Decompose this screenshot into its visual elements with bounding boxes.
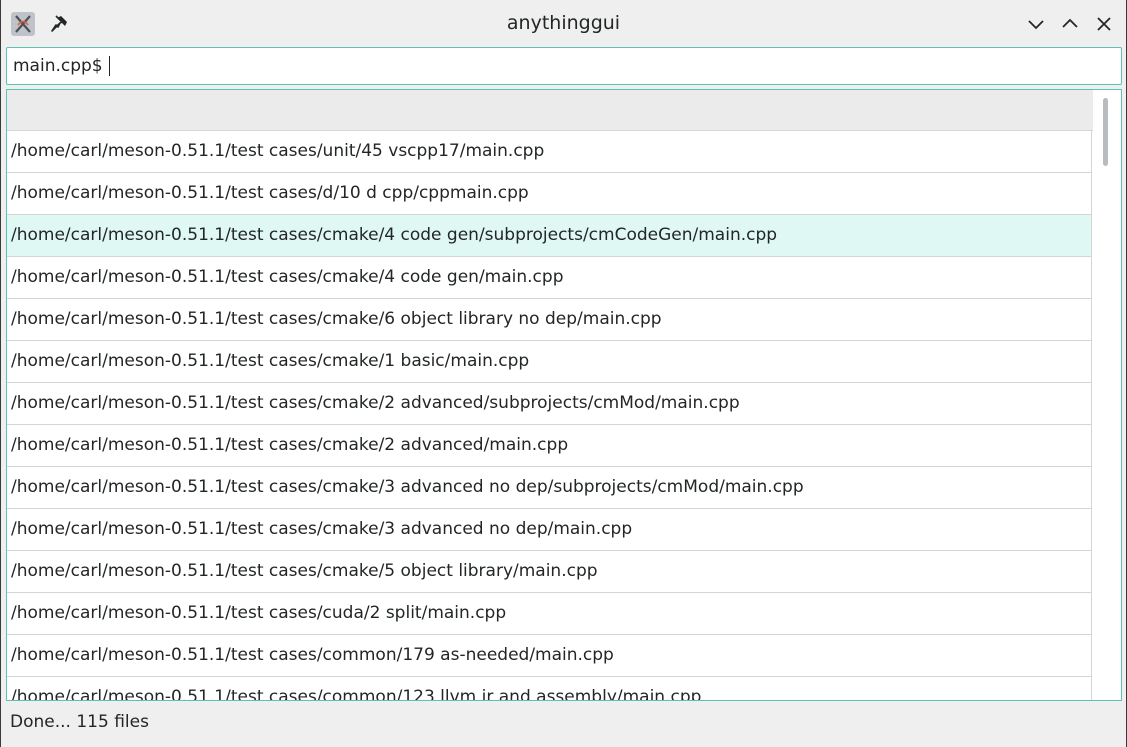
window-title: anythinggui	[506, 12, 621, 34]
list-header	[7, 90, 1093, 131]
minimize-button[interactable]	[1024, 12, 1048, 36]
vertical-scrollbar[interactable]	[1093, 90, 1121, 700]
result-row[interactable]: /home/carl/meson-0.51.1/test cases/cmake…	[7, 509, 1092, 551]
result-row[interactable]: /home/carl/meson-0.51.1/test cases/cmake…	[7, 257, 1092, 299]
results-rows: /home/carl/meson-0.51.1/test cases/unit/…	[7, 131, 1092, 700]
maximize-button[interactable]	[1058, 12, 1082, 36]
result-row[interactable]: /home/carl/meson-0.51.1/test cases/commo…	[7, 677, 1092, 700]
result-row[interactable]: /home/carl/meson-0.51.1/test cases/cmake…	[7, 425, 1092, 467]
result-row[interactable]: /home/carl/meson-0.51.1/test cases/cmake…	[7, 341, 1092, 383]
result-row[interactable]: /home/carl/meson-0.51.1/test cases/cmake…	[7, 551, 1092, 593]
app-window: anythinggui /home/carl/meson-0.51.1/test…	[0, 0, 1127, 747]
result-row[interactable]: /home/carl/meson-0.51.1/test cases/d/10 …	[7, 173, 1092, 215]
text-caret	[109, 56, 110, 76]
close-icon	[1097, 17, 1111, 31]
close-button[interactable]	[1092, 12, 1116, 36]
search-input[interactable]	[13, 48, 1113, 84]
result-row[interactable]: /home/carl/meson-0.51.1/test cases/cmake…	[7, 467, 1092, 509]
search-box[interactable]	[6, 47, 1122, 85]
chevron-down-icon	[1028, 20, 1044, 30]
result-row[interactable]: /home/carl/meson-0.51.1/test cases/cmake…	[7, 383, 1092, 425]
result-row[interactable]: /home/carl/meson-0.51.1/test cases/cmake…	[7, 299, 1092, 341]
result-row[interactable]: /home/carl/meson-0.51.1/test cases/unit/…	[7, 131, 1092, 173]
status-text: Done... 115 files	[10, 712, 149, 732]
results-list[interactable]: /home/carl/meson-0.51.1/test cases/unit/…	[6, 89, 1122, 701]
scrollbar-thumb[interactable]	[1103, 98, 1108, 166]
chevron-up-icon	[1062, 18, 1078, 28]
result-row[interactable]: /home/carl/meson-0.51.1/test cases/cmake…	[7, 215, 1092, 257]
result-row[interactable]: /home/carl/meson-0.51.1/test cases/commo…	[7, 635, 1092, 677]
title-bar[interactable]: anythinggui	[1, 0, 1126, 46]
result-row[interactable]: /home/carl/meson-0.51.1/test cases/cuda/…	[7, 593, 1092, 635]
